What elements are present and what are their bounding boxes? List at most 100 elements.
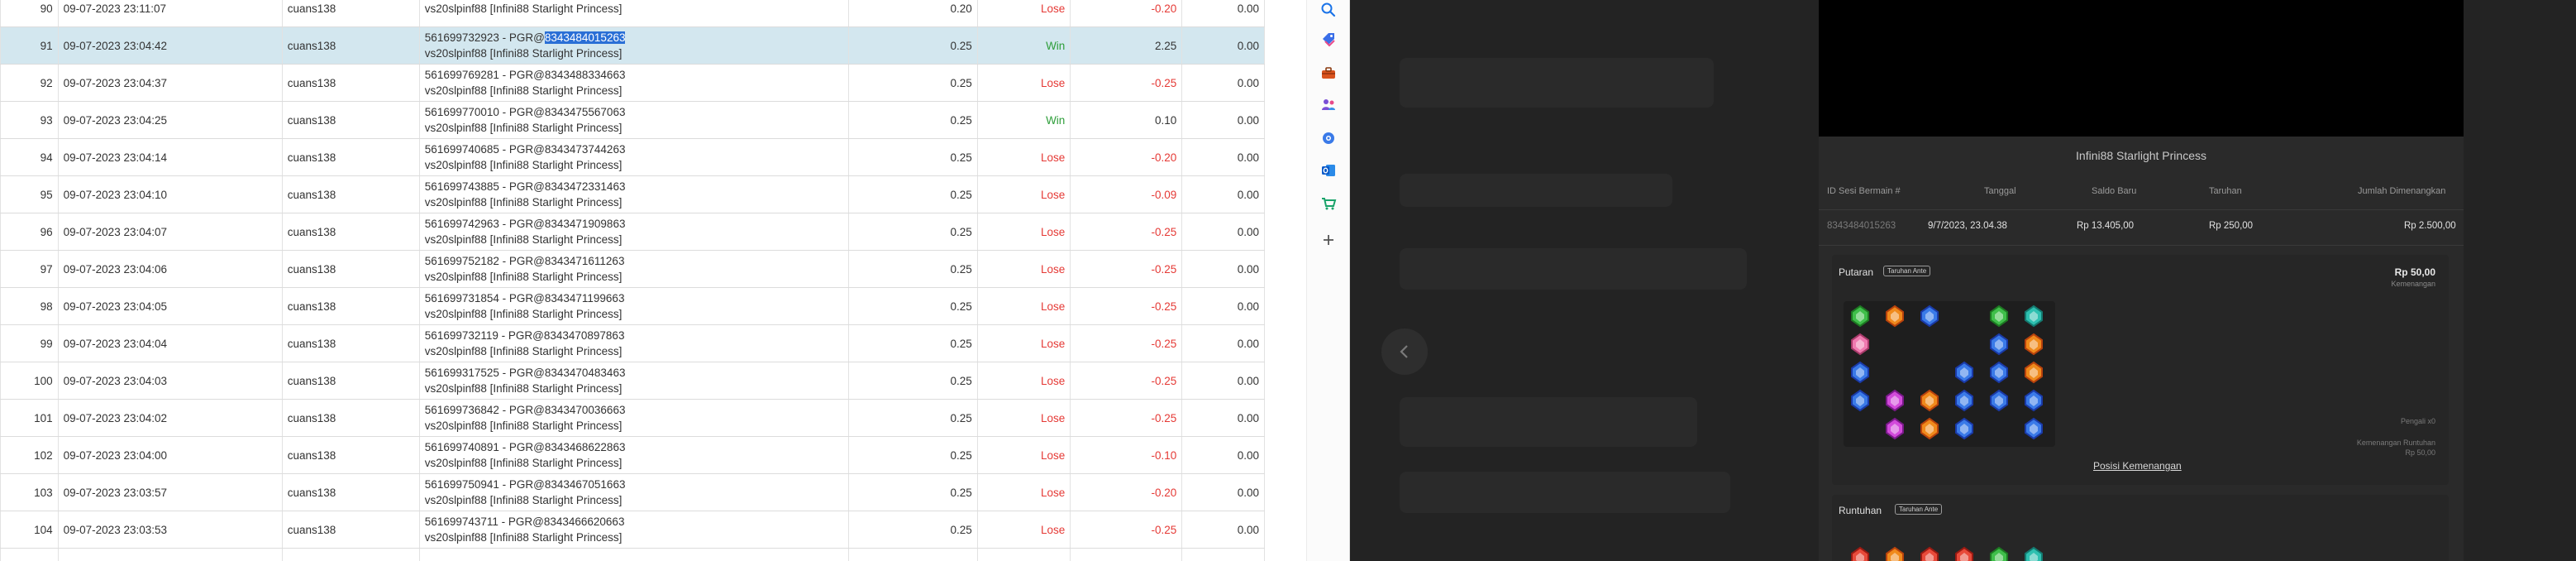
ending-balance: 0.00	[1181, 26, 1265, 65]
game-info: 561699736842 - PGR@8343470036663 vs20slpi…	[419, 399, 850, 437]
win-loss-amount: 2.25	[1070, 26, 1183, 65]
win-loss-amount: -0.25	[1070, 324, 1183, 362]
gem-symbol-icon	[1953, 417, 1976, 440]
row-number: 91	[0, 26, 59, 65]
row-number: 99	[0, 324, 59, 362]
table-row[interactable]: 561699742074 - PGR@8343466311663	[0, 548, 1265, 561]
table-row[interactable]: 94 09-07-2023 23:04:14 cuans138 56169974068…	[0, 138, 1265, 176]
bet-amount	[848, 548, 978, 561]
game-info: 561699742963 - PGR@8343471909863 vs20slpi…	[419, 213, 850, 251]
settings-icon[interactable]	[1319, 128, 1338, 148]
table-row[interactable]: 102 09-07-2023 23:04:00 cuans138 5616997408…	[0, 436, 1265, 474]
gem-symbol-icon	[1918, 546, 1941, 561]
game-name: vs20slpinf88 [Infini88 Starlight Princes…	[424, 308, 623, 320]
gem-symbol-icon	[1987, 304, 2011, 328]
cart-icon[interactable]	[1319, 194, 1338, 213]
transaction-prefix: 561699740685 - PGR@8343473744263	[424, 143, 626, 156]
header-date: Tanggal	[1984, 186, 2016, 196]
table-row[interactable]: 90 09-07-2023 23:11:07 cuans138 vs20slpinf8…	[0, 0, 1265, 27]
gem-symbol-icon	[2022, 546, 2045, 561]
transaction-prefix: 561699736842 - PGR@8343470036663	[424, 404, 626, 416]
win-loss-amount: 0.10	[1070, 101, 1183, 139]
values-divider	[1819, 245, 2464, 246]
username: cuans138	[282, 324, 420, 362]
game-name: vs20slpinf88 [Infini88 Starlight Princes…	[424, 494, 623, 506]
gem-symbol-icon	[1918, 304, 1941, 328]
gem-symbol-icon	[1987, 333, 2011, 356]
bet-result: Lose	[977, 473, 1071, 511]
spin-ante-tag: Taruhan Ante	[1883, 266, 1931, 276]
table-row[interactable]: 98 09-07-2023 23:04:05 cuans138 56169973185…	[0, 287, 1265, 325]
transaction-id: 561699770010 - PGR@8343475567063	[425, 104, 844, 120]
bet-datetime: 09-07-2023 23:04:10	[58, 175, 283, 213]
bet-amount: 0.25	[848, 64, 978, 102]
search-icon[interactable]	[1319, 0, 1338, 20]
transaction-prefix: 561699732923 - PGR@	[424, 31, 545, 44]
bet-result: Lose	[977, 436, 1071, 474]
ending-balance	[1181, 548, 1265, 561]
transaction-id: 561699743885 - PGR@8343472331463	[425, 179, 844, 194]
table-row[interactable]: 103 09-07-2023 23:03:57 cuans138 5616997509…	[0, 473, 1265, 511]
game-info: 561699732923 - PGR@8343484015263 vs20slpi…	[419, 26, 850, 65]
bet-amount: 0.25	[848, 473, 978, 511]
table-row[interactable]: 99 09-07-2023 23:04:04 cuans138 56169973211…	[0, 324, 1265, 362]
table-row[interactable]: 100 09-07-2023 23:04:03 cuans138 5616993175…	[0, 362, 1265, 400]
transaction-prefix: 561699769281 - PGR@8343488334663	[424, 69, 626, 81]
winning-positions-link[interactable]: Posisi Kemenangan	[2093, 460, 2182, 472]
table-row[interactable]: 101 09-07-2023 23:04:02 cuans138 5616997368…	[0, 399, 1265, 437]
table-row[interactable]: 93 09-07-2023 23:04:25 cuans138 56169977001…	[0, 101, 1265, 139]
spin-win-label: Kemenangan	[2391, 280, 2435, 288]
table-row[interactable]: 97 09-07-2023 23:04:06 cuans138 56169975218…	[0, 250, 1265, 288]
win-loss-amount: -0.25	[1070, 64, 1183, 102]
table-row[interactable]: 92 09-07-2023 23:04:37 cuans138 56169976928…	[0, 64, 1265, 102]
reel-grid	[1844, 301, 2055, 447]
bet-result: Lose	[977, 324, 1071, 362]
gem-symbol-icon	[1987, 389, 2011, 412]
tag-icon[interactable]	[1319, 30, 1338, 50]
bet-datetime: 09-07-2023 23:04:04	[58, 324, 283, 362]
people-icon[interactable]	[1319, 95, 1338, 115]
transaction-prefix: 561699731854 - PGR@8343471199663	[424, 292, 625, 304]
gem-symbol-icon	[1953, 546, 1976, 561]
bet-result: Lose	[977, 138, 1071, 176]
gem-symbol-icon	[2022, 417, 2045, 440]
back-button[interactable]	[1381, 328, 1428, 375]
header-won: Jumlah Dimenangkan	[2358, 186, 2446, 196]
game-name: vs20slpinf88 [Infini88 Starlight Princes…	[424, 159, 623, 171]
table-row[interactable]: 95 09-07-2023 23:04:10 cuans138 56169974388…	[0, 175, 1265, 213]
table-row[interactable]: 96 09-07-2023 23:04:07 cuans138 56169974296…	[0, 213, 1265, 251]
gem-symbol-icon	[1849, 333, 1872, 356]
transaction-id: 561699742963 - PGR@8343471909863	[425, 216, 844, 232]
game-name: vs20slpinf88 [Infini88 Starlight Princes…	[424, 47, 623, 60]
ending-balance: 0.00	[1181, 138, 1265, 176]
toolbox-icon[interactable]	[1319, 63, 1338, 83]
row-number: 90	[0, 0, 59, 27]
outlook-icon[interactable]	[1319, 161, 1338, 180]
username: cuans138	[282, 138, 420, 176]
win-loss-amount	[1070, 548, 1183, 561]
win-loss-amount: -0.20	[1070, 138, 1183, 176]
gem-symbol-icon	[1883, 389, 1906, 412]
bet-result: Lose	[977, 175, 1071, 213]
table-row[interactable]: 104 09-07-2023 23:03:53 cuans138 5616997437…	[0, 511, 1265, 549]
bet-datetime: 09-07-2023 23:04:05	[58, 287, 283, 325]
transaction-prefix: 561699743885 - PGR@8343472331463	[424, 180, 626, 193]
gem-symbol-icon	[1849, 304, 1872, 328]
win-loss-amount: -0.10	[1070, 436, 1183, 474]
bet-datetime: 09-07-2023 23:04:02	[58, 399, 283, 437]
ending-balance: 0.00	[1181, 511, 1265, 549]
gem-symbol-icon	[1849, 546, 1872, 561]
win-loss-amount: -0.25	[1070, 362, 1183, 400]
plus-icon[interactable]	[1319, 230, 1338, 250]
row-number: 96	[0, 213, 59, 251]
table-row[interactable]: 91 09-07-2023 23:04:42 cuans138 56169973292…	[0, 26, 1265, 65]
game-info: 561699750941 - PGR@8343467051663 vs20slpi…	[419, 473, 850, 511]
selected-round-id[interactable]: 8343484015263	[544, 31, 626, 44]
bet-amount: 0.25	[848, 250, 978, 288]
game-name: vs20slpinf88 [Infini88 Starlight Princes…	[424, 457, 623, 469]
bet-amount: 0.25	[848, 511, 978, 549]
ending-balance: 0.00	[1181, 64, 1265, 102]
game-name: vs20slpinf88 [Infini88 Starlight Princes…	[424, 382, 623, 395]
bet-datetime: 09-07-2023 23:03:53	[58, 511, 283, 549]
bet-datetime: 09-07-2023 23:04:42	[58, 26, 283, 65]
